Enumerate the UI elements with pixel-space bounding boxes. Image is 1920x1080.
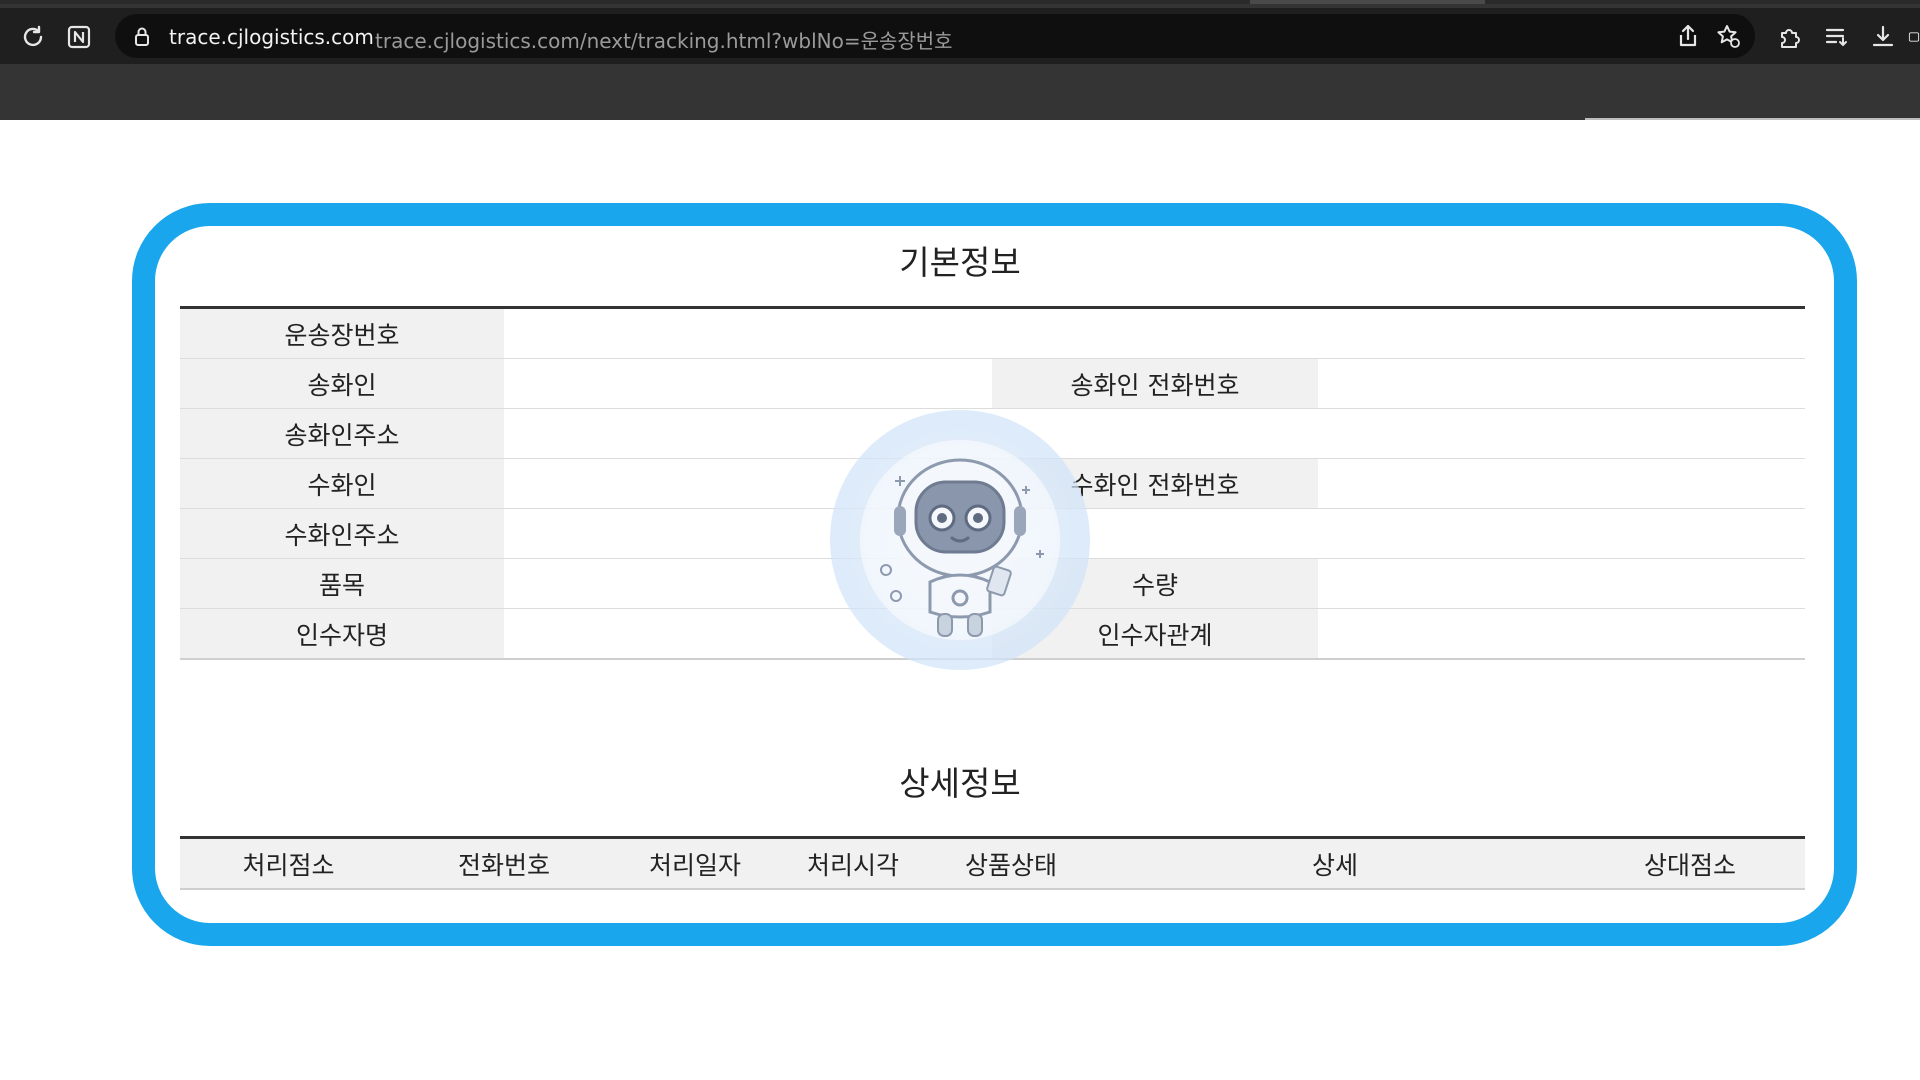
sender-phone-label: 송화인 전화번호 [992,358,1318,409]
col-branch: 처리점소 [180,837,397,890]
robot-watermark-icon [830,410,1090,670]
tab-strip [0,0,1920,4]
reading-list-icon[interactable] [1824,24,1850,50]
recipient-name-label: 인수자명 [180,608,504,660]
sender-label: 송화인 [180,358,504,409]
download-icon[interactable] [1870,24,1896,50]
active-tab-indicator[interactable] [1250,0,1485,4]
table-row: 운송장번호 [180,307,1805,359]
basic-info-title: 기본정보 [899,243,1021,282]
url-full: trace.cjlogistics.com/next/tracking.html… [375,29,953,53]
table-row: 송화인 송화인 전화번호 [180,358,1805,409]
sidebar-icon[interactable] [1908,24,1920,50]
sender-phone-value [1318,358,1805,409]
address-bar[interactable]: trace.cjlogistics.com trace.cjlogistics.… [115,14,1755,58]
col-detail: 상세 [1095,837,1575,890]
url-host: trace.cjlogistics.com [169,25,374,49]
recipient-relation-value [1318,608,1805,660]
detail-info-table: 처리점소 전화번호 처리일자 처리시각 상품상태 상세 상대점소 [180,836,1805,890]
extensions-icon[interactable] [1777,24,1803,50]
receiver-address-value [504,508,1805,559]
favorite-icon[interactable] [1715,23,1741,49]
col-time: 처리시각 [779,837,927,890]
col-date: 처리일자 [611,837,779,890]
receiver-phone-value [1318,458,1805,509]
sender-address-value [504,408,1805,459]
item-label: 품목 [180,558,504,609]
col-status: 상품상태 [927,837,1095,890]
share-icon[interactable] [1675,23,1701,49]
col-counterpart-branch: 상대점소 [1575,837,1805,890]
loading-progress-line [1585,118,1920,120]
reload-icon[interactable] [20,24,46,50]
detail-info-title: 상세정보 [899,764,1021,803]
quantity-value [1318,558,1805,609]
receiver-label: 수화인 [180,458,504,509]
sender-value [504,358,992,409]
waybill-number-label: 운송장번호 [180,307,504,359]
table-header-row: 처리점소 전화번호 처리일자 처리시각 상품상태 상세 상대점소 [180,837,1805,890]
waybill-number-value [504,307,1805,359]
col-phone: 전화번호 [397,837,611,890]
receiver-address-label: 수화인주소 [180,508,504,559]
browser-toolbar: trace.cjlogistics.com trace.cjlogistics.… [0,8,1920,64]
n-badge-icon[interactable] [66,24,92,50]
browser-chrome: trace.cjlogistics.com trace.cjlogistics.… [0,0,1920,120]
lock-icon[interactable] [129,23,155,49]
sender-address-label: 송화인주소 [180,408,504,459]
